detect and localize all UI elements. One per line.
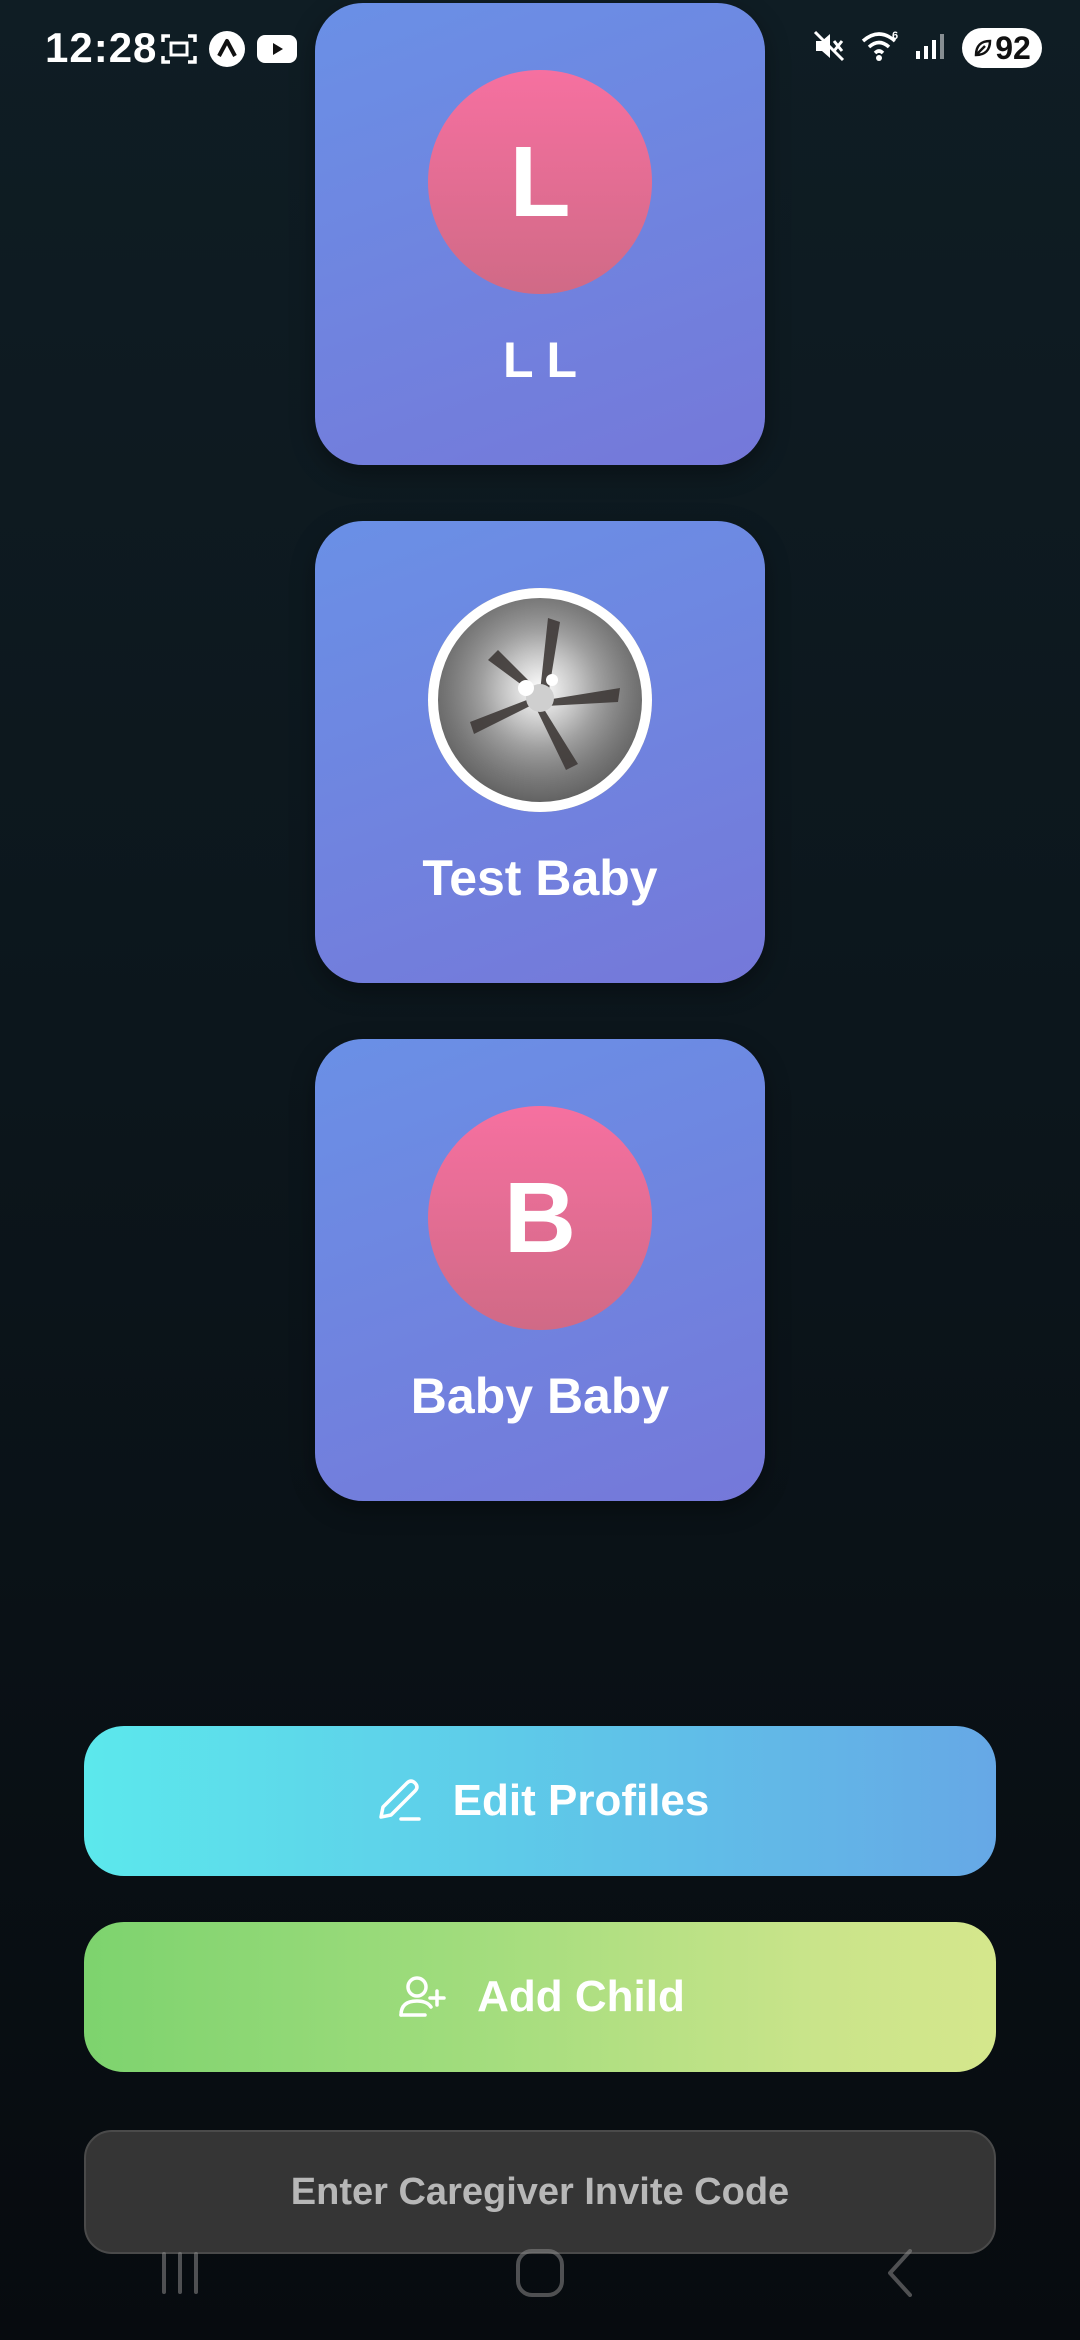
back-icon[interactable] <box>840 2233 960 2313</box>
profile-name: Test Baby <box>422 850 658 906</box>
wifi-icon: 6 <box>860 29 900 68</box>
edit-profiles-label: Edit Profiles <box>452 1776 710 1825</box>
status-bar: 12:28 6 92 <box>0 0 1080 100</box>
profile-name: Baby Baby <box>410 1368 670 1424</box>
battery-level: 92 <box>995 29 1031 66</box>
home-icon[interactable] <box>480 2233 600 2313</box>
invite-code-label: Enter Caregiver Invite Code <box>290 2170 790 2213</box>
system-nav-bar <box>0 2218 1080 2328</box>
avatar-photo <box>428 588 652 812</box>
mute-icon <box>812 29 846 68</box>
pencil-icon <box>371 1773 427 1829</box>
profile-name: L L <box>502 332 578 388</box>
avatar: L <box>428 70 652 294</box>
signal-icon <box>914 31 948 66</box>
status-right-icons: 6 92 <box>812 28 1042 68</box>
screenshot-icon <box>160 32 198 71</box>
profile-card-baby-baby[interactable]: B Baby Baby <box>315 1039 765 1501</box>
battery-icon: 92 <box>962 28 1042 68</box>
recent-apps-icon[interactable] <box>120 2233 240 2313</box>
add-user-icon <box>395 1969 451 2025</box>
edit-profiles-button[interactable]: Edit Profiles <box>84 1726 996 1876</box>
svg-text:6: 6 <box>892 30 898 42</box>
status-left-icons <box>160 30 298 73</box>
add-child-button[interactable]: Add Child <box>84 1922 996 2072</box>
leaf-icon <box>974 39 992 57</box>
status-time: 12:28 <box>45 24 158 71</box>
ceiling-fan-photo-icon <box>430 590 650 810</box>
add-child-label: Add Child <box>477 1972 685 2021</box>
avatar: B <box>428 1106 652 1330</box>
youtube-icon <box>256 34 298 69</box>
profile-card-test-baby[interactable]: Test Baby <box>315 521 765 983</box>
app-logo-icon <box>208 30 246 73</box>
